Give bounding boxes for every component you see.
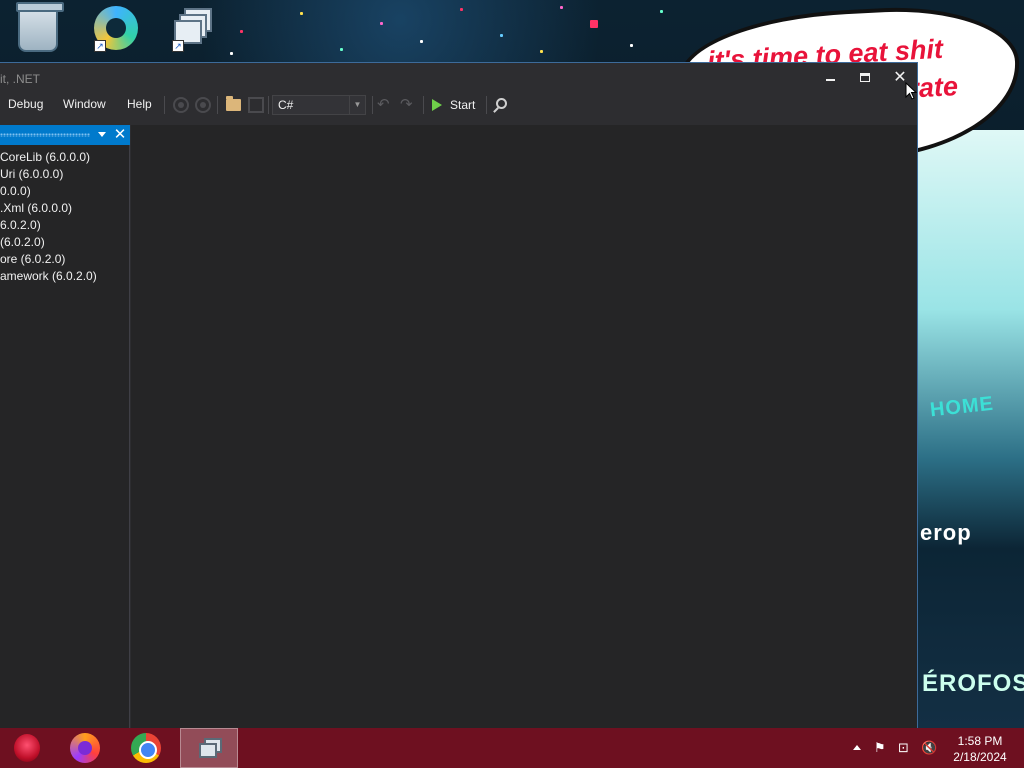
wallpaper-sign-erop: erop bbox=[920, 520, 972, 545]
clock-date: 2/18/2024 bbox=[953, 750, 1007, 764]
app-window: it, .NET ✕ Debug Window Help C# ▼ ↶ ↷ St… bbox=[0, 62, 918, 729]
language-select-value: C# bbox=[278, 98, 294, 112]
application-shortcut-icon[interactable]: ↗ bbox=[170, 6, 216, 52]
taskbar-clock[interactable]: 1:58 PM 2/18/2024 bbox=[948, 733, 1012, 765]
assembly-item[interactable]: ore (6.0.2.0) bbox=[0, 251, 129, 268]
menu-window[interactable]: Window bbox=[63, 97, 106, 111]
toolbar-separator bbox=[486, 96, 487, 114]
menu-help[interactable]: Help bbox=[127, 97, 152, 111]
save-icon[interactable] bbox=[248, 97, 264, 113]
network-icon[interactable]: ⊡ bbox=[898, 741, 909, 755]
assembly-item[interactable]: 0.0.0) bbox=[0, 183, 129, 200]
volume-muted-icon[interactable]: 🔇 bbox=[921, 741, 937, 755]
recycle-bin-icon[interactable] bbox=[16, 2, 64, 52]
assembly-list: CoreLib (6.0.0.0) Uri (6.0.0.0) 0.0.0) .… bbox=[0, 149, 129, 285]
show-hidden-icons-icon[interactable] bbox=[853, 745, 861, 750]
mouse-cursor-icon bbox=[905, 81, 918, 100]
maximize-button[interactable] bbox=[849, 65, 881, 91]
redo-icon[interactable]: ↷ bbox=[400, 95, 413, 113]
document-area[interactable] bbox=[131, 125, 917, 729]
assembly-item[interactable]: Uri (6.0.0.0) bbox=[0, 166, 129, 183]
open-folder-icon[interactable] bbox=[226, 96, 241, 111]
toolbar-separator bbox=[268, 96, 269, 114]
wallpaper-city-scene bbox=[918, 130, 1024, 728]
chevron-down-icon: ▼ bbox=[349, 96, 365, 114]
play-icon bbox=[432, 99, 442, 111]
search-icon[interactable] bbox=[496, 98, 507, 109]
assembly-explorer-panel: ✕ CoreLib (6.0.0.0) Uri (6.0.0.0) 0.0.0)… bbox=[0, 125, 130, 729]
panel-dropdown-icon[interactable] bbox=[98, 132, 106, 137]
assembly-item[interactable]: .Xml (6.0.0.0) bbox=[0, 200, 129, 217]
chrome-icon[interactable] bbox=[131, 733, 161, 763]
action-center-flag-icon[interactable]: ⚑ bbox=[874, 741, 886, 755]
shortcut-arrow-icon: ↗ bbox=[94, 40, 106, 52]
assembly-item[interactable]: 6.0.2.0) bbox=[0, 217, 129, 234]
panel-header[interactable]: ✕ bbox=[0, 125, 130, 145]
taskbar-app-window[interactable] bbox=[180, 728, 238, 768]
undo-icon[interactable]: ↶ bbox=[377, 95, 390, 113]
language-select[interactable]: C# ▼ bbox=[272, 95, 366, 115]
menu-debug[interactable]: Debug bbox=[8, 97, 43, 111]
wallpaper-sign-erofos: ÉROFOS bbox=[922, 670, 1024, 697]
toolbar-separator bbox=[217, 96, 218, 114]
minimize-icon bbox=[826, 79, 835, 81]
window-title: it, .NET bbox=[0, 72, 41, 86]
assembly-item[interactable]: (6.0.2.0) bbox=[0, 234, 129, 251]
maximize-icon bbox=[860, 73, 870, 82]
start-button-icon[interactable] bbox=[14, 734, 40, 762]
clock-time: 1:58 PM bbox=[957, 734, 1003, 748]
toolbar-separator bbox=[372, 96, 373, 114]
navigate-back-icon[interactable] bbox=[173, 97, 189, 113]
firefox-icon[interactable] bbox=[70, 733, 100, 763]
taskbar: ⚑ ⊡ 🔇 1:58 PM 2/18/2024 bbox=[0, 728, 1024, 768]
assembly-item[interactable]: amework (6.0.2.0) bbox=[0, 268, 129, 285]
toolbar-separator bbox=[164, 96, 165, 114]
browser-shortcut-icon[interactable]: ↗ bbox=[94, 6, 138, 52]
shortcut-arrow-icon: ↗ bbox=[172, 40, 184, 52]
start-label: Start bbox=[450, 98, 476, 112]
navigate-forward-icon[interactable] bbox=[195, 97, 211, 113]
minimize-button[interactable] bbox=[814, 65, 846, 91]
toolbar-separator bbox=[423, 96, 424, 114]
panel-grip[interactable] bbox=[0, 133, 90, 137]
menu-and-toolbar: Debug Window Help C# ▼ ↶ ↷ Start bbox=[0, 91, 917, 119]
panel-close-icon[interactable]: ✕ bbox=[112, 126, 128, 144]
assembly-item[interactable]: CoreLib (6.0.0.0) bbox=[0, 149, 129, 166]
